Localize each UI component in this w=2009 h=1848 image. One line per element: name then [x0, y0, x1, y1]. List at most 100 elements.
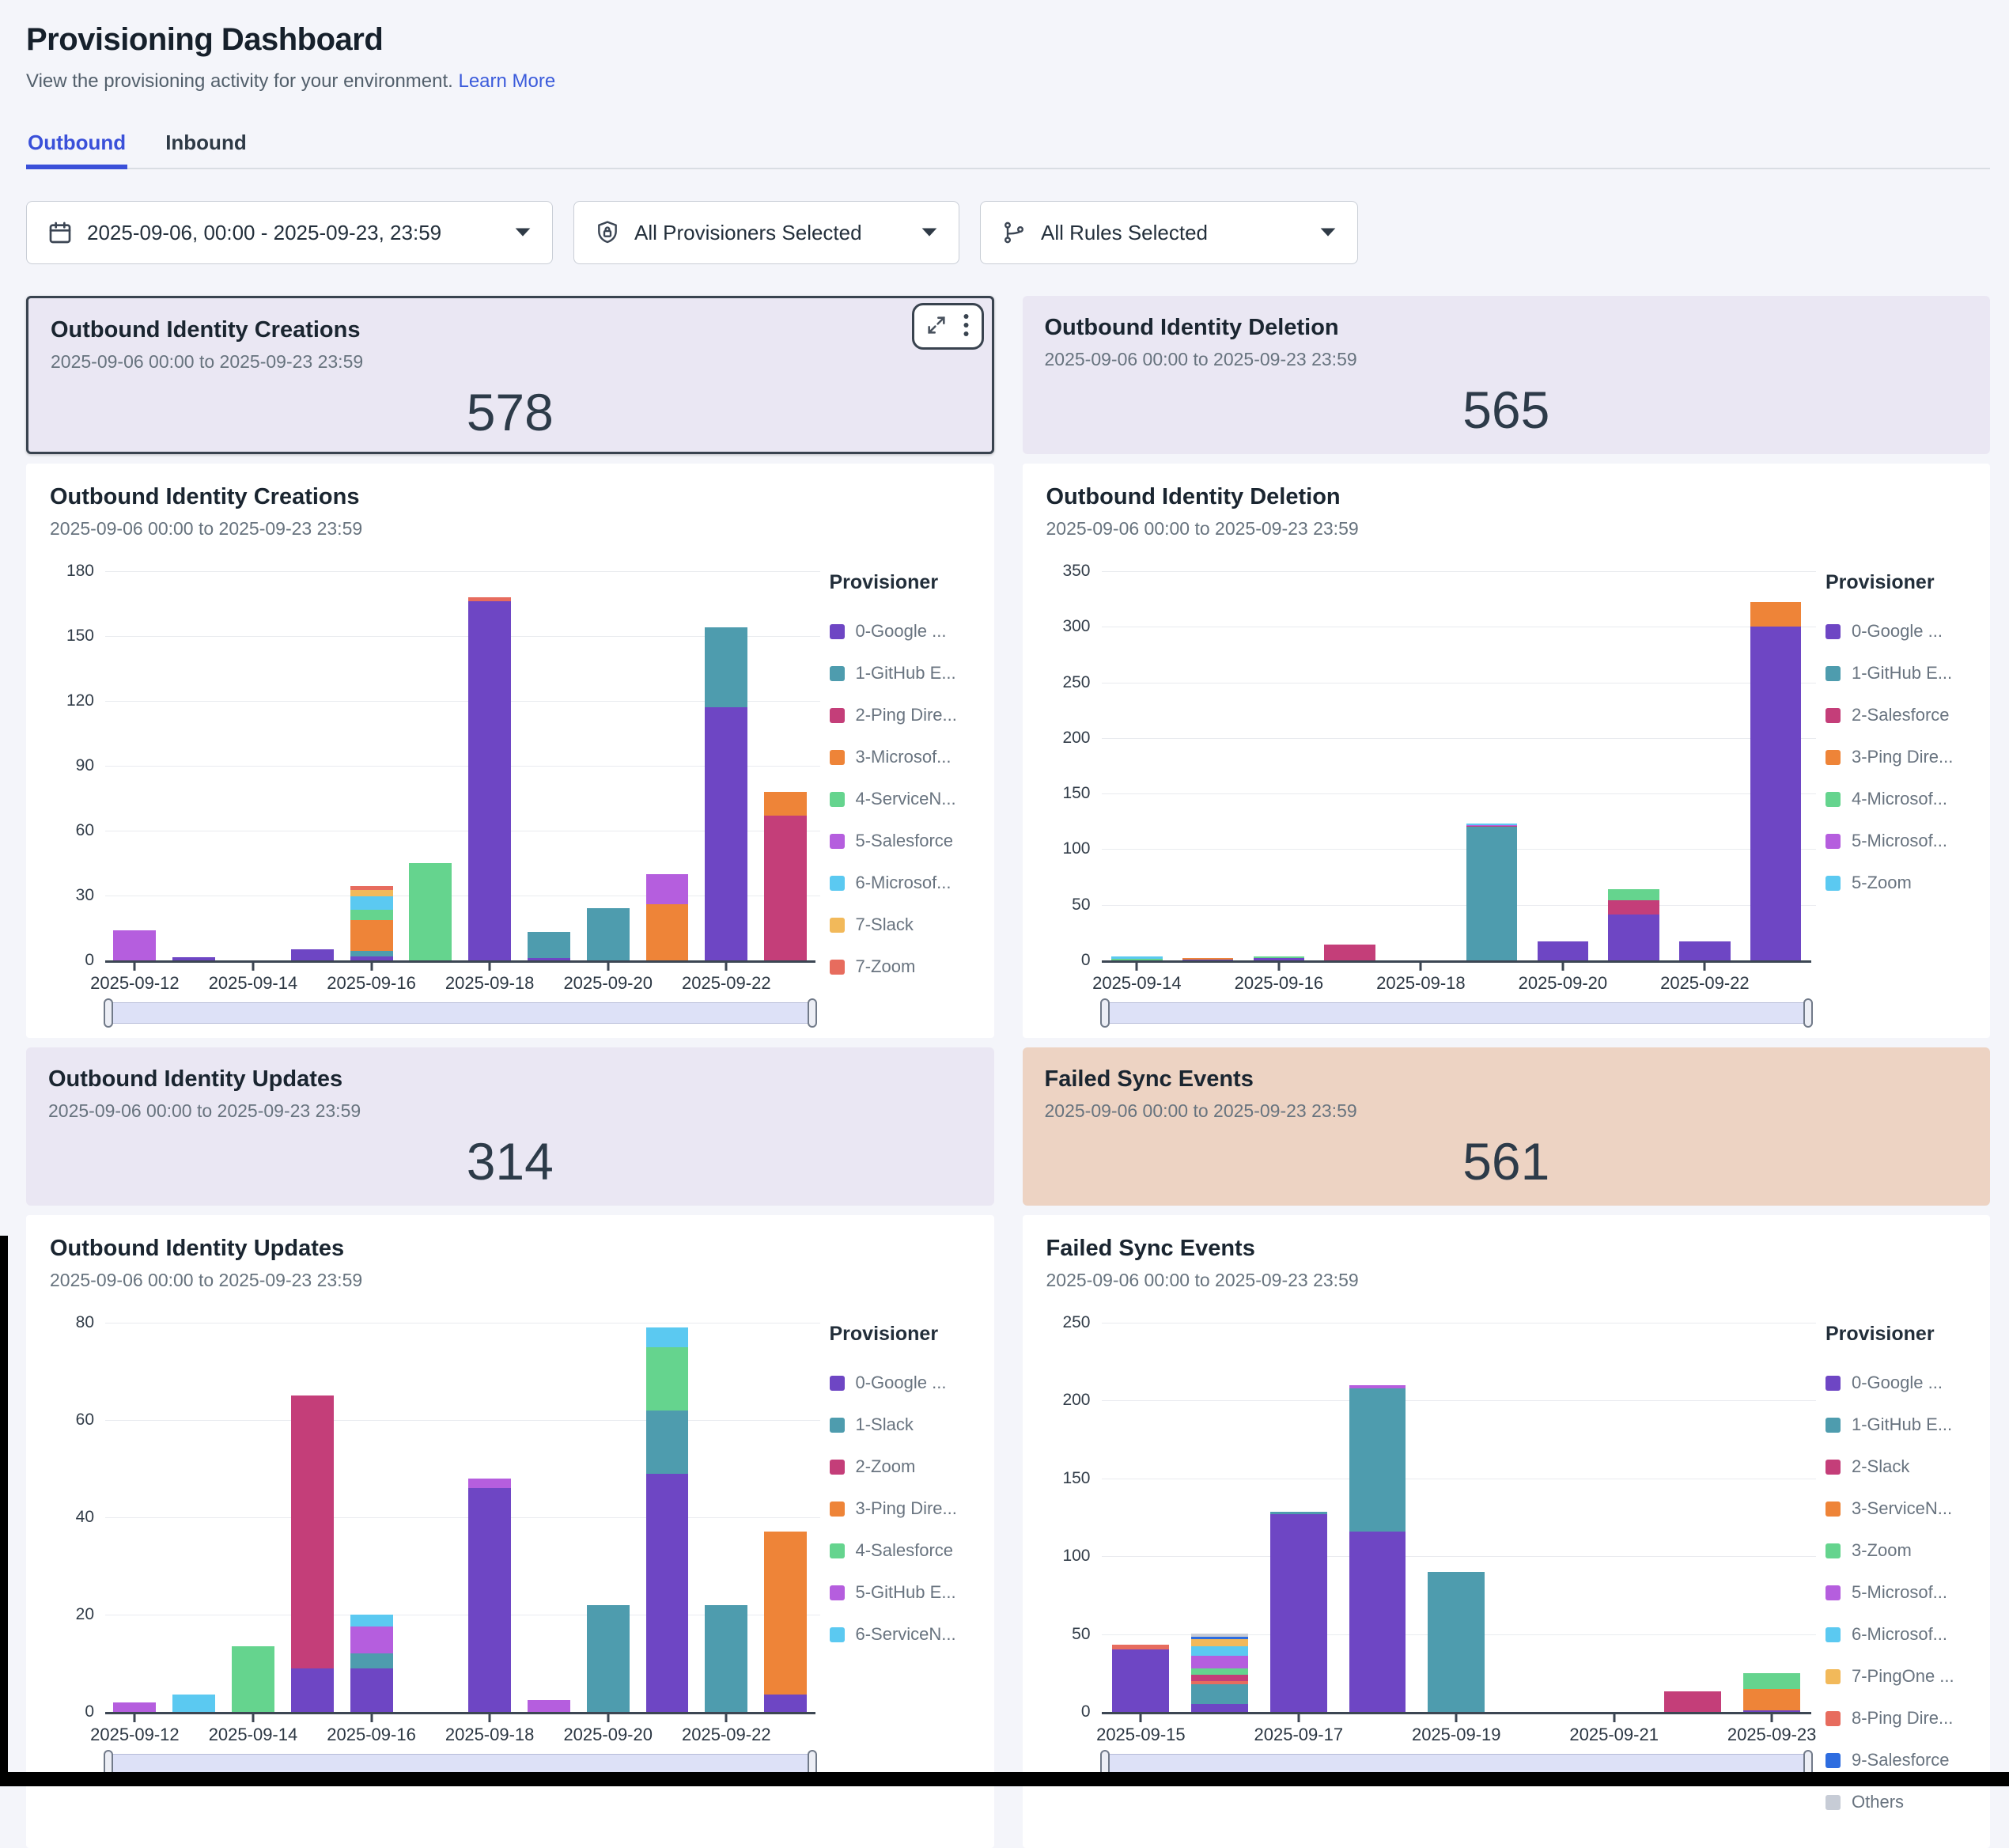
bar-segment-lightblue — [350, 1615, 393, 1626]
legend-item-3-ping-dire[interactable]: 3-Ping Dire... — [1826, 747, 1966, 767]
legend-item-4-servicen[interactable]: 4-ServiceN... — [830, 789, 970, 809]
legend-item-8-ping-dire[interactable]: 8-Ping Dire... — [1826, 1708, 1966, 1729]
scrollbar-left-handle[interactable] — [104, 998, 113, 1028]
legend-item-0-google[interactable]: 0-Google ... — [1826, 621, 1966, 642]
stacked-bar-2025-09-15[interactable] — [1112, 1645, 1169, 1712]
scrollbar-right-handle[interactable] — [1803, 998, 1813, 1028]
kpi-card-failed-sync-events[interactable]: Failed Sync Events2025-09-06 00:00 to 20… — [1023, 1047, 1991, 1206]
stacked-bar-2025-09-21[interactable] — [1608, 889, 1659, 960]
stacked-bar-2025-09-20[interactable] — [587, 908, 630, 960]
bar-slot — [105, 571, 165, 960]
learn-more-link[interactable]: Learn More — [458, 70, 555, 92]
legend-item-2-slack[interactable]: 2-Slack — [1826, 1456, 1966, 1477]
stacked-bar-2025-09-15[interactable] — [1182, 958, 1234, 960]
scrollbar-right-handle[interactable] — [808, 998, 817, 1028]
y-axis-label: 200 — [1062, 729, 1090, 748]
stacked-bar-2025-09-19[interactable] — [528, 1700, 570, 1712]
legend-item-3-zoom[interactable]: 3-Zoom — [1826, 1540, 1966, 1561]
legend-swatch — [1826, 1669, 1841, 1684]
legend-item-1-github-e[interactable]: 1-GitHub E... — [830, 663, 970, 684]
stacked-bar-2025-09-19[interactable] — [528, 932, 570, 960]
tab-outbound[interactable]: Outbound — [26, 127, 127, 169]
stacked-bar-2025-09-14[interactable] — [1111, 956, 1163, 960]
stacked-bar-2025-09-12[interactable] — [113, 930, 156, 960]
legend-item-6-microsof[interactable]: 6-Microsof... — [830, 873, 970, 893]
legend-item-others[interactable]: Others — [1826, 1792, 1966, 1812]
tab-inbound[interactable]: Inbound — [164, 127, 248, 169]
stacked-bar-2025-09-15[interactable] — [291, 1395, 334, 1712]
stacked-bar-2025-09-22[interactable] — [1679, 941, 1731, 960]
stacked-bar-2025-09-17[interactable] — [1270, 1512, 1327, 1712]
stacked-bar-2025-09-18[interactable] — [1349, 1385, 1406, 1712]
stacked-bar-2025-09-16[interactable] — [350, 1615, 393, 1712]
legend-item-6-microsof[interactable]: 6-Microsof... — [1826, 1624, 1966, 1645]
stacked-bar-2025-09-20[interactable] — [1538, 941, 1589, 960]
legend-item-7-zoom[interactable]: 7-Zoom — [830, 956, 970, 977]
legend-item-2-salesforce[interactable]: 2-Salesforce — [1826, 705, 1966, 725]
provisioners-filter[interactable]: All Provisioners Selected — [573, 201, 959, 264]
legend-item-6-servicen[interactable]: 6-ServiceN... — [830, 1624, 970, 1645]
stacked-bar-2025-09-22[interactable] — [705, 1605, 747, 1712]
expand-button[interactable] — [918, 309, 955, 344]
legend-item-5-zoom[interactable]: 5-Zoom — [1826, 873, 1966, 893]
stacked-bar-2025-09-22[interactable] — [705, 627, 747, 960]
legend-item-7-slack[interactable]: 7-Slack — [830, 915, 970, 935]
stacked-bar-2025-09-16[interactable] — [1254, 956, 1305, 960]
kpi-card-outbound-identity-creations[interactable]: Outbound Identity Creations2025-09-06 00… — [26, 296, 994, 454]
x-tick-mark — [252, 963, 254, 971]
legend-item-7-pingone[interactable]: 7-PingOne ... — [1826, 1666, 1966, 1687]
stacked-bar-2025-09-18[interactable] — [468, 597, 511, 960]
stacked-bar-2025-09-18[interactable] — [468, 1479, 511, 1712]
chart-range-scrollbar[interactable] — [105, 1002, 815, 1024]
stacked-bar-2025-09-23[interactable] — [764, 1532, 807, 1712]
legend-item-2-ping-dire[interactable]: 2-Ping Dire... — [830, 705, 970, 725]
date-range-filter[interactable]: 2025-09-06, 00:00 - 2025-09-23, 23:59 — [26, 201, 553, 264]
chart-body: 0501001502002502025-09-152025-09-172025-… — [1046, 1323, 1967, 1834]
stacked-bar-2025-09-22[interactable] — [1664, 1691, 1721, 1712]
legend-item-3-ping-dire[interactable]: 3-Ping Dire... — [830, 1498, 970, 1519]
legend-item-1-slack[interactable]: 1-Slack — [830, 1414, 970, 1435]
x-axis-label: 2025-09-22 — [682, 973, 771, 994]
stacked-bar-2025-09-19[interactable] — [1428, 1572, 1485, 1712]
rules-filter[interactable]: All Rules Selected — [980, 201, 1358, 264]
stacked-bar-2025-09-12[interactable] — [113, 1702, 156, 1712]
stacked-bar-2025-09-20[interactable] — [587, 1605, 630, 1712]
stacked-bar-2025-09-13[interactable] — [172, 1695, 215, 1712]
stacked-bar-2025-09-23[interactable] — [1750, 602, 1802, 960]
stacked-bar-2025-09-19[interactable] — [1466, 824, 1518, 960]
legend-item-4-microsof[interactable]: 4-Microsof... — [1826, 789, 1966, 809]
stacked-bar-2025-09-16[interactable] — [350, 886, 393, 960]
stacked-bar-2025-09-16[interactable] — [1191, 1634, 1248, 1712]
stacked-bar-2025-09-23[interactable] — [764, 792, 807, 960]
kpi-card-outbound-identity-deletion[interactable]: Outbound Identity Deletion2025-09-06 00:… — [1023, 296, 1991, 454]
legend-item-3-servicen[interactable]: 3-ServiceN... — [1826, 1498, 1966, 1519]
chart-range-scrollbar[interactable] — [1102, 1002, 1812, 1024]
scrollbar-left-handle[interactable] — [1100, 998, 1110, 1028]
kpi-card-outbound-identity-updates[interactable]: Outbound Identity Updates2025-09-06 00:0… — [26, 1047, 994, 1206]
legend-item-0-google[interactable]: 0-Google ... — [1826, 1373, 1966, 1393]
stacked-bar-2025-09-23[interactable] — [1743, 1673, 1800, 1712]
legend-item-0-google[interactable]: 0-Google ... — [830, 1373, 970, 1393]
kebab-menu-button[interactable] — [955, 308, 978, 345]
stacked-bar-2025-09-21[interactable] — [646, 1327, 689, 1712]
kpi-value: 565 — [1045, 380, 1969, 440]
stacked-bar-2025-09-17[interactable] — [409, 863, 452, 960]
legend-item-1-github-e[interactable]: 1-GitHub E... — [1826, 663, 1966, 684]
legend-item-5-microsof[interactable]: 5-Microsof... — [1826, 1582, 1966, 1603]
stacked-bar-2025-09-14[interactable] — [232, 1646, 274, 1712]
legend-item-2-zoom[interactable]: 2-Zoom — [830, 1456, 970, 1477]
stacked-bar-2025-09-13[interactable] — [172, 957, 215, 960]
legend-item-0-google[interactable]: 0-Google ... — [830, 621, 970, 642]
legend-label: 0-Google ... — [1852, 621, 1943, 642]
legend-item-9-salesforce[interactable]: 9-Salesforce — [1826, 1750, 1966, 1770]
legend-item-1-github-e[interactable]: 1-GitHub E... — [1826, 1414, 1966, 1435]
stacked-bar-2025-09-21[interactable] — [646, 874, 689, 960]
stacked-bar-2025-09-17[interactable] — [1324, 945, 1375, 960]
stacked-bar-2025-09-15[interactable] — [291, 949, 334, 960]
legend-item-4-salesforce[interactable]: 4-Salesforce — [830, 1540, 970, 1561]
legend-label: 4-Salesforce — [856, 1540, 954, 1561]
legend-item-5-microsof[interactable]: 5-Microsof... — [1826, 831, 1966, 851]
legend-item-3-microsof[interactable]: 3-Microsof... — [830, 747, 970, 767]
legend-item-5-github-e[interactable]: 5-GitHub E... — [830, 1582, 970, 1603]
legend-item-5-salesforce[interactable]: 5-Salesforce — [830, 831, 970, 851]
